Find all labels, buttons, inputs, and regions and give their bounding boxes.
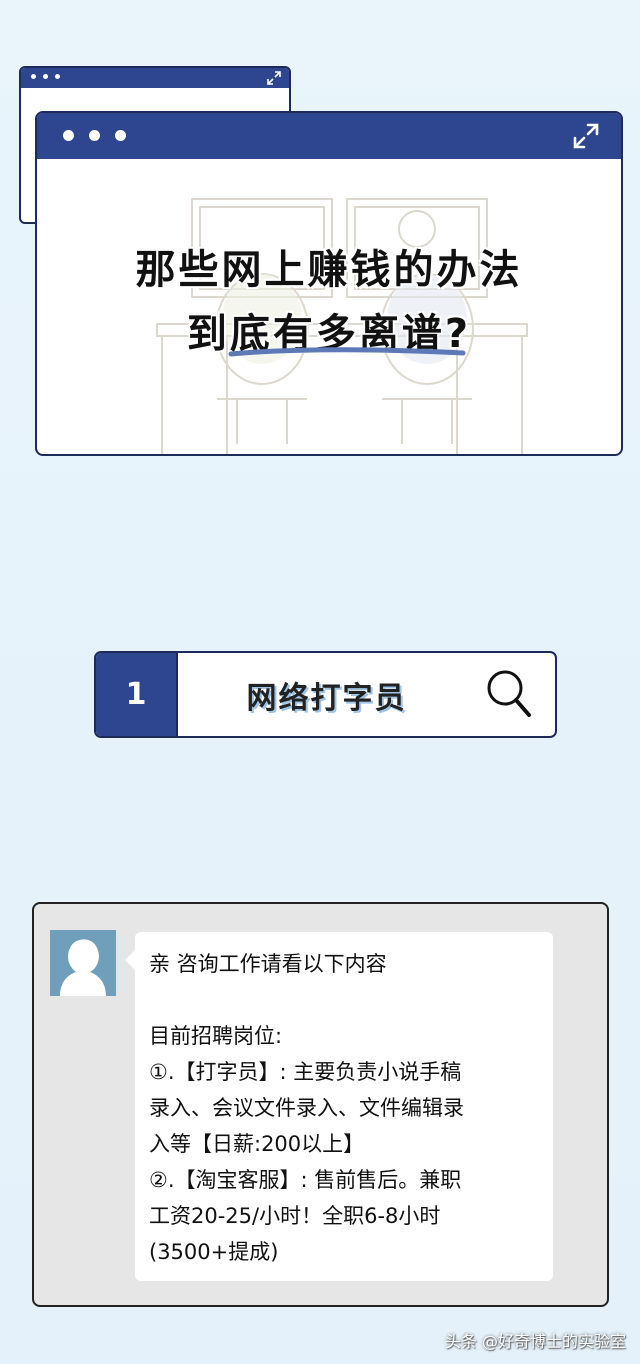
avatar[interactable] — [50, 930, 116, 996]
chat-line: 工资20-25/小时！全职6-8小时 — [149, 1204, 441, 1228]
chat-line: (3500+提成) — [149, 1240, 279, 1264]
avatar-silhouette-icon — [60, 939, 106, 996]
title-underline — [228, 347, 466, 357]
main-window: 那些网上赚钱的办法 到底有多离谱? — [35, 111, 623, 456]
chat-line: 目前招聘岗位: — [149, 1024, 283, 1048]
chat-line: 入等【日薪:200以上】 — [149, 1132, 365, 1156]
chat-line: ②.【淘宝客服】: 售前售后。兼职 — [149, 1168, 462, 1192]
chat-bubble: 亲 咨询工作请看以下内容 目前招聘岗位: ①.【打字员】: 主要负责小说手稿 录… — [125, 932, 553, 1281]
window-dots — [63, 130, 126, 141]
watermark: 头条 @好奇博士的实验室 — [444, 1332, 626, 1351]
chat-card: 亲 咨询工作请看以下内容 目前招聘岗位: ①.【打字员】: 主要负责小说手稿 录… — [32, 902, 609, 1307]
section-number: 1 — [96, 653, 178, 736]
hero-title-line1: 那些网上赚钱的办法 — [135, 247, 523, 293]
chat-line — [149, 982, 539, 1018]
section-header: 1 网络打字员 — [94, 651, 557, 738]
main-window-titlebar — [37, 113, 621, 159]
expand-icon[interactable] — [573, 123, 599, 149]
search-icon[interactable] — [485, 667, 533, 721]
section-title: 网络打字员 — [246, 680, 407, 716]
back-window-titlebar — [21, 68, 289, 88]
expand-icon[interactable] — [267, 71, 281, 85]
chat-line: 亲 咨询工作请看以下内容 — [149, 952, 387, 976]
chat-line: 录入、会议文件录入、文件编辑录 — [149, 1096, 464, 1120]
chat-line: ①.【打字员】: 主要负责小说手稿 — [149, 1060, 462, 1084]
window-dots — [31, 74, 60, 79]
